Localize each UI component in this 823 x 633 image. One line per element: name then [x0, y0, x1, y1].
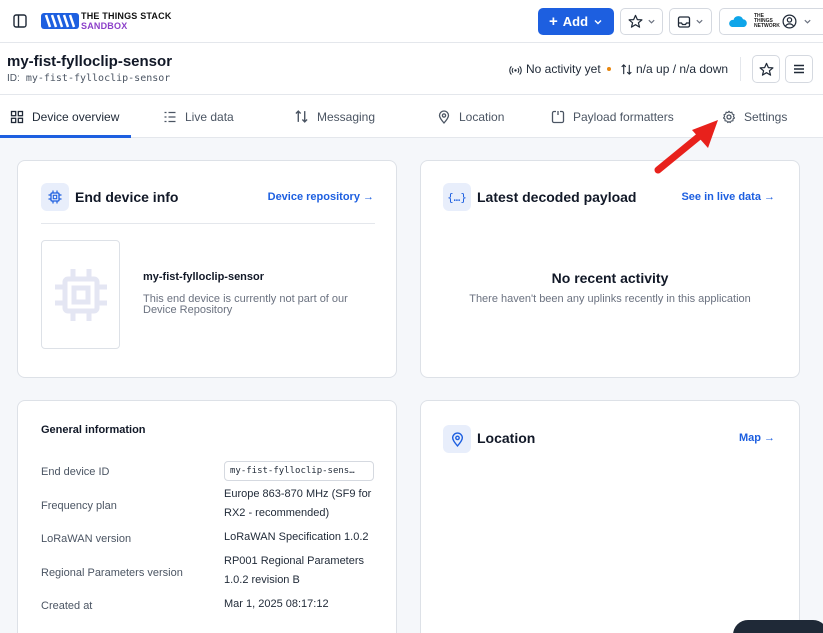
- activity-status: No activity yet: [509, 62, 611, 76]
- map-link[interactable]: Map →: [739, 432, 775, 444]
- field-label: End device ID: [41, 466, 110, 478]
- map-pin-icon: [451, 431, 463, 447]
- map-pin-icon: [438, 109, 450, 124]
- divider: [41, 223, 375, 224]
- created-at-value: Mar 1, 2025 08:17:12: [224, 598, 329, 610]
- tab-device-overview[interactable]: Device overview: [10, 95, 119, 138]
- notifications-button[interactable]: [669, 8, 712, 35]
- add-button[interactable]: + Add: [538, 8, 614, 35]
- tab-messaging[interactable]: Messaging: [294, 95, 375, 138]
- status-dot: [606, 67, 611, 71]
- divider: [740, 57, 741, 81]
- brand-subtitle: SANDBOX: [81, 21, 128, 31]
- frequency-plan-value: Europe 863-870 MHz (SF9 for RX2 - recomm…: [224, 488, 372, 519]
- gear-icon: [722, 110, 736, 123]
- star-icon: [628, 14, 642, 28]
- device-name: my-fist-fylloclip-sensor: [143, 271, 265, 283]
- regional-parameters-value: RP001 Regional Parameters 1.0.2 revision…: [224, 555, 365, 586]
- device-id: ID: my-fist-fylloclip-sensor: [7, 73, 170, 84]
- code-braces-icon: {…}: [447, 190, 467, 204]
- device-description: This end device is currently not part of…: [143, 293, 348, 316]
- ttn-label: THE THINGS NETWORK: [754, 13, 780, 29]
- see-in-live-data-link[interactable]: See in live data →: [681, 191, 775, 203]
- field-label: Created at: [41, 600, 93, 612]
- add-button-label: Add: [562, 14, 589, 29]
- chip-placeholder-icon: [54, 268, 107, 321]
- end-device-info-card: End device info Device repository → my-f…: [17, 160, 397, 378]
- plus-icon: +: [548, 12, 558, 30]
- field-label: Frequency plan: [41, 500, 117, 512]
- ttn-cloud-icon: [729, 15, 747, 27]
- brand-title: THE THINGS STACK: [81, 11, 172, 21]
- signal-icon: [509, 65, 522, 75]
- field-label: LoRaWAN version: [41, 533, 132, 545]
- tab-label: Messaging: [317, 109, 376, 124]
- device-id-value: my-fist-fylloclip-sensor: [25, 73, 171, 84]
- main-content: End device info Device repository → my-f…: [0, 138, 823, 633]
- lorawan-version-value: LoRaWAN Specification 1.0.2: [224, 531, 369, 543]
- device-image-placeholder: [41, 240, 120, 349]
- account-menu-button[interactable]: THE THINGS NETWORK: [719, 8, 823, 35]
- tab-location[interactable]: Location: [437, 95, 504, 138]
- card-title: End device info: [75, 189, 179, 205]
- annotation-arrow: [654, 120, 718, 174]
- tab-live-data[interactable]: Live data: [163, 95, 234, 138]
- arrows-updown-icon: [295, 110, 308, 123]
- inbox-icon: [677, 15, 691, 28]
- chevron-down-icon: [647, 19, 655, 24]
- location-card: Location Map →: [420, 400, 800, 633]
- empty-state-description: There haven't been any uplinks recently …: [469, 293, 751, 305]
- activity-text: No activity yet: [526, 62, 601, 76]
- empty-state-title: No recent activity: [551, 270, 669, 286]
- traffic-text: n/a up / n/a down: [636, 62, 729, 76]
- page-title: my-fist-fylloclip-sensor: [7, 53, 173, 70]
- brand-name[interactable]: THE THINGS STACK SANDBOX: [81, 11, 172, 31]
- chevron-down-icon: [696, 19, 703, 24]
- device-header: my-fist-fylloclip-sensor ID: my-fist-fyl…: [0, 43, 823, 95]
- card-title: Location: [477, 430, 536, 446]
- general-information-card: General information End device ID my-fis…: [17, 400, 397, 633]
- arrows-updown-icon: [621, 63, 632, 75]
- star-icon: [759, 62, 773, 76]
- grid-icon: [10, 110, 24, 123]
- device-menu-button[interactable]: [785, 55, 813, 83]
- top-bar: THE THINGS STACK SANDBOX + Add THE THING…: [0, 0, 823, 43]
- device-repository-link[interactable]: Device repository →: [268, 191, 374, 203]
- chat-widget-button[interactable]: [733, 620, 823, 633]
- tab-label: Location: [459, 109, 505, 124]
- end-device-id-field[interactable]: my-fist-fylloclip-sens…: [224, 461, 374, 481]
- device-id-label: ID:: [7, 73, 20, 84]
- chip-icon-badge: [41, 183, 69, 211]
- code-icon-badge: {…}: [443, 183, 471, 211]
- tab-label: Live data: [185, 109, 234, 124]
- tab-settings[interactable]: Settings: [722, 95, 787, 138]
- bookmarks-button[interactable]: [620, 8, 663, 35]
- map-pin-icon-badge: [443, 425, 471, 453]
- user-avatar-icon: [782, 14, 797, 29]
- card-title: Latest decoded payload: [477, 189, 637, 205]
- tab-label: Device overview: [32, 109, 120, 124]
- formatter-icon: [551, 110, 565, 123]
- chip-icon: [48, 190, 62, 204]
- field-label: Regional Parameters version: [41, 567, 183, 579]
- latest-payload-card: {…} Latest decoded payload See in live d…: [420, 160, 800, 378]
- sidebar-icon: [13, 14, 27, 28]
- chevron-down-icon: [594, 19, 602, 24]
- list-icon: [164, 111, 176, 122]
- traffic-status: n/a up / n/a down: [620, 62, 728, 76]
- hamburger-menu-icon: [794, 64, 804, 74]
- things-stack-logo: [41, 13, 79, 29]
- bookmark-device-button[interactable]: [752, 55, 780, 83]
- section-title: General information: [41, 424, 146, 436]
- tab-label: Settings: [744, 109, 788, 124]
- chevron-down-icon: [804, 19, 811, 24]
- sidebar-toggle-button[interactable]: [9, 10, 31, 32]
